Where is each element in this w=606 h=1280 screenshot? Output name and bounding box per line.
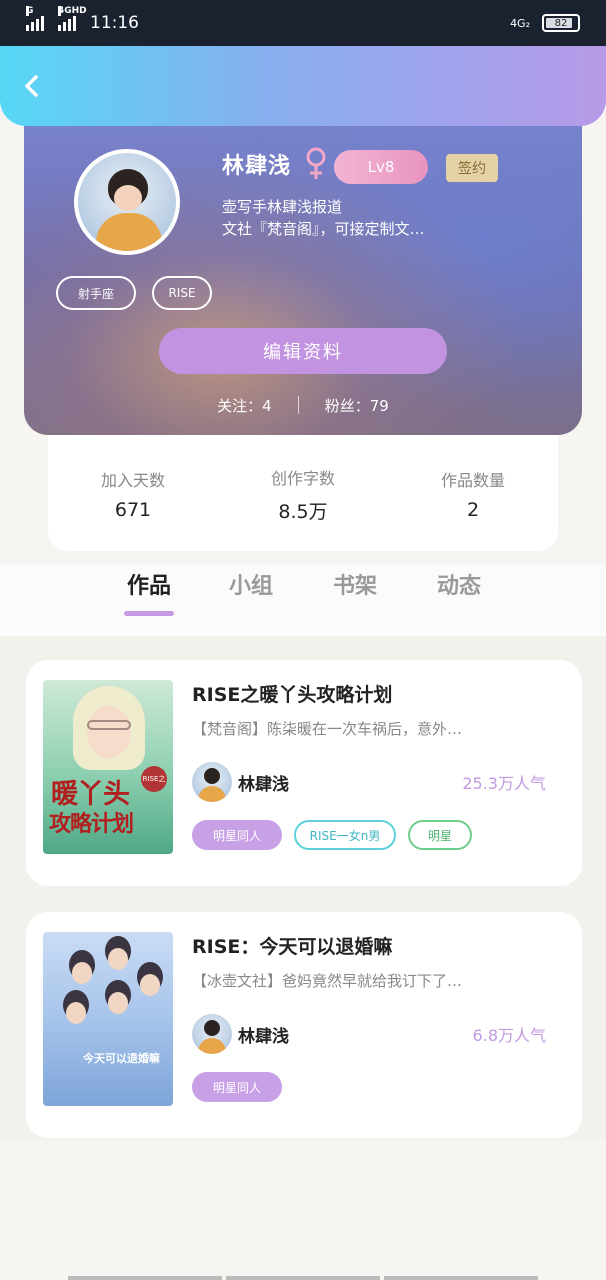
header-bar — [0, 46, 606, 126]
cover-title-2: 攻略计划 — [49, 812, 134, 837]
bio-line-1: 壶写手林肆浅报道 — [222, 198, 343, 216]
work-description: 【冰壶文社】爸妈竟然早就给我订下了… — [192, 972, 463, 990]
tag-zodiac[interactable]: 射手座 — [56, 276, 136, 310]
edit-profile-button[interactable]: 编辑资料 — [159, 328, 447, 374]
tab-bookshelf[interactable]: 书架 — [320, 568, 390, 600]
work-card[interactable]: RISE之 暖丫头 攻略计划 RISE之暖丫头攻略计划 【梵音阁】陈柒暖在一次车… — [26, 660, 582, 886]
stat-join-days: 加入天数 671 — [58, 467, 208, 521]
work-title[interactable]: RISE之暖丫头攻略计划 — [192, 680, 392, 707]
tag-rise[interactable]: RISE — [152, 276, 212, 310]
following-count[interactable]: 关注：4 — [217, 395, 272, 416]
tab-groups[interactable]: 小组 — [216, 568, 286, 600]
work-description: 【梵音阁】陈柒暖在一次车祸后，意外… — [192, 720, 463, 738]
book-cover[interactable]: 今天可以退婚嘛 — [43, 932, 173, 1106]
signal-icon-2: 4GHD — [58, 6, 87, 31]
female-icon — [306, 147, 326, 179]
stats-card: 加入天数 671 创作字数 8.5万 作品数量 2 — [48, 435, 558, 551]
avatar[interactable] — [74, 149, 180, 255]
stat-value: 8.5万 — [278, 500, 328, 523]
chip-tag[interactable]: RISE一女n男 — [294, 820, 396, 850]
tab-bar: 作品 小组 书架 动态 — [0, 564, 606, 636]
work-title[interactable]: RISE：今天可以退婚嘛 — [192, 932, 392, 959]
stat-works-count: 作品数量 2 — [398, 467, 548, 521]
battery-level: 82 — [554, 17, 568, 29]
battery-icon: 82 — [542, 14, 580, 32]
works-list: RISE之 暖丫头 攻略计划 RISE之暖丫头攻略计划 【梵音阁】陈柒暖在一次车… — [0, 636, 606, 1140]
network-icon: 4G₂ — [510, 16, 530, 30]
level-badge: Lv8 — [334, 150, 428, 184]
back-button[interactable] — [18, 72, 46, 100]
bio[interactable]: 壶写手林肆浅报道 文社『梵音阁』，可接定制文… — [222, 196, 492, 240]
chip-genre[interactable]: 明星同人 — [192, 820, 282, 850]
signal-label-1: G — [26, 6, 34, 16]
divider — [297, 396, 299, 414]
signal-icon: G — [26, 6, 44, 31]
status-left: G 4GHD 11:16 — [26, 6, 139, 33]
author-name: 林肆浅 — [238, 775, 289, 795]
popularity: 25.3万人气 — [462, 774, 546, 793]
popularity: 6.8万人气 — [472, 1026, 546, 1045]
status-right: 4G₂ 82 — [510, 14, 580, 32]
bio-line-2: 文社『梵音阁』，可接定制文… — [222, 220, 425, 238]
stat-word-count: 创作字数 8.5万 — [228, 465, 378, 524]
chip-genre[interactable]: 明星同人 — [192, 1072, 282, 1102]
book-cover[interactable]: RISE之 暖丫头 攻略计划 — [43, 680, 173, 854]
cover-seal: RISE之 — [141, 766, 167, 792]
chip-tag[interactable]: 明星 — [408, 820, 472, 850]
author-name: 林肆浅 — [238, 1027, 289, 1047]
tab-activity[interactable]: 动态 — [424, 568, 494, 600]
signal-label-2: 4GHD — [58, 6, 87, 16]
work-card[interactable]: 今天可以退婚嘛 RISE：今天可以退婚嘛 【冰壶文社】爸妈竟然早就给我订下了… … — [26, 912, 582, 1138]
status-bar: G 4GHD 11:16 4G₂ 82 — [0, 0, 606, 46]
stat-label: 创作字数 — [270, 468, 335, 488]
profile-card: 林肆浅 Lv8 签约 壶写手林肆浅报道 文社『梵音阁』，可接定制文… 射手座 R… — [24, 112, 582, 435]
cover-title: 今天可以退婚嘛 — [83, 1052, 160, 1065]
stat-value: 671 — [114, 499, 152, 521]
home-indicator — [68, 1276, 538, 1280]
chevron-left-icon — [25, 75, 38, 97]
tab-active-indicator — [124, 611, 174, 616]
stat-value: 2 — [466, 499, 480, 521]
follow-row: 关注：4 粉丝：79 — [24, 392, 582, 418]
username: 林肆浅 — [222, 154, 292, 179]
fans-count[interactable]: 粉丝：79 — [325, 395, 389, 416]
stat-label: 加入天数 — [100, 471, 165, 490]
tab-works[interactable]: 作品 — [114, 568, 184, 600]
stat-label: 作品数量 — [440, 471, 505, 490]
author-avatar — [192, 1014, 232, 1054]
author-avatar — [192, 762, 232, 802]
status-time: 11:16 — [90, 13, 139, 33]
signed-badge: 签约 — [446, 154, 498, 182]
